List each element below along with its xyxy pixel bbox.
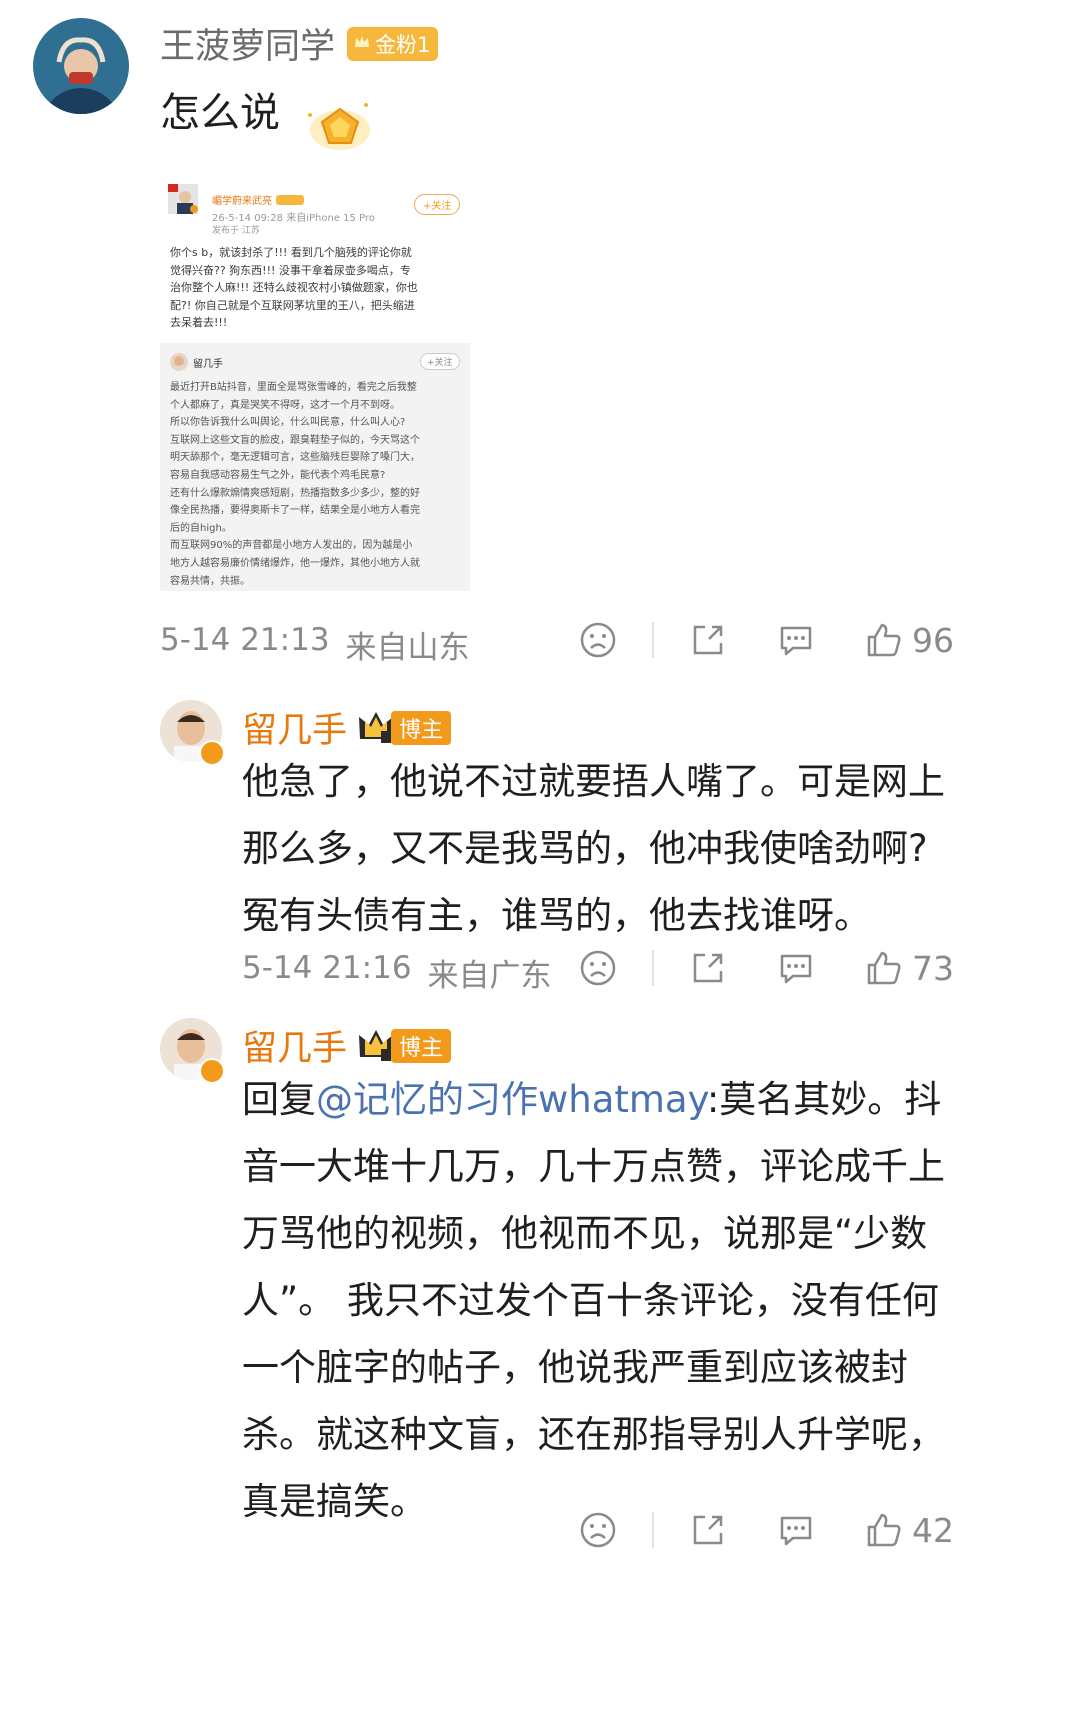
reply-text-line: 一个脏字的帖子，他说我严重到应该被封 — [242, 1346, 908, 1389]
reply-actions: 42 — [578, 1510, 954, 1550]
reply-location: 来自广东 — [427, 958, 552, 994]
embedded-text-line: 后的自high。 — [170, 522, 232, 534]
reply-prefix: 回复 — [242, 1078, 316, 1121]
author-badge: 博主 — [391, 710, 452, 745]
like-count: 96 — [912, 620, 954, 660]
username[interactable]: 留几手 — [242, 1020, 347, 1071]
reply-text-rest: :莫名其妙。抖 — [706, 1078, 942, 1121]
attached-image[interactable]: 嵋学蔚来武亮 26-5-14 09:28 来自iPhone 15 Pro 发布于… — [160, 178, 470, 591]
reply-text-line: 他急了，他说不过就要捂人嘴了。可是网上 — [242, 760, 945, 803]
embedded-avatar — [168, 184, 198, 214]
reply-text-line: 杀。就这种文盲，还在那指导别人升学呢， — [242, 1413, 945, 1456]
share-icon[interactable] — [688, 1510, 728, 1550]
verified-icon — [199, 740, 225, 766]
reply-time: 5-14 21:16 — [242, 950, 412, 986]
embedded-text-line: 你个s b，就该封杀了!!! 看到几个脑残的评论你就 — [170, 246, 412, 259]
reply-text-line: 冤有头债有主，谁骂的，他去找谁呀。 — [242, 894, 871, 937]
embedded-text-line: 容易自我感动容易生气之外，能代表个鸡毛民意? — [170, 469, 386, 481]
embedded-text-line: 互联网上这些文盲的脸皮，跟臭鞋垫子似的，今天骂这个 — [170, 434, 420, 446]
username[interactable]: 留几手 — [242, 702, 347, 753]
embedded-text-line: 而互联网90%的声音都是小地方人发出的，因为越是小 — [170, 540, 413, 552]
reply-text-line: 人”。 我只不过发个百十条评论，没有任何 — [242, 1279, 939, 1322]
like-count: 73 — [912, 948, 954, 988]
crown-icon — [357, 709, 395, 747]
share-icon[interactable] — [688, 620, 728, 660]
reply-text-line: 音一大堆十几万，几十万点赞，评论成千上 — [242, 1145, 945, 1188]
embedded-text-line: 治你整个人麻!!! 还特么歧视农村小镇做题家，你也 — [170, 281, 418, 295]
post-location: 来自山东 — [345, 630, 470, 666]
embedded-text-line: 觉得兴奋?? 狗东西!!! 没事干拿着尿壶多喝点，专 — [170, 263, 411, 277]
embedded-follow-button: +关注 — [414, 194, 461, 215]
fan-badge-label: 金粉1 — [375, 32, 431, 57]
embedded-text-line: 地方人越容易廉价情绪爆炸，他一爆炸，其他小地方人就 — [170, 557, 420, 569]
thumbs-up-icon[interactable] — [864, 620, 904, 660]
crown-icon — [353, 32, 371, 56]
embedded-username: 留几手 — [193, 359, 223, 370]
username[interactable]: 王菠萝同学 — [160, 18, 335, 69]
embedded-region: 发布于 江苏 — [212, 226, 260, 236]
embedded-text-line: 配?! 你自己就是个互联网茅坑里的王八，把头缩进 — [170, 298, 415, 312]
divider — [652, 1512, 654, 1548]
divider — [652, 622, 654, 658]
embedded-meta: 26-5-14 09:28 来自iPhone 15 Pro — [212, 213, 375, 224]
fan-badge[interactable]: 金粉1 — [347, 26, 439, 61]
vip-badge-icon — [276, 194, 304, 205]
embedded-text-line: 最近打开B站抖音，里面全是骂张雪峰的，看完之后我整 — [170, 382, 417, 393]
sad-face-icon[interactable] — [578, 620, 618, 660]
post-time: 5-14 21:13 — [160, 622, 330, 658]
comment-icon[interactable] — [776, 1510, 816, 1550]
mention-link[interactable]: @记忆的习作whatmay — [316, 1078, 707, 1121]
avatar[interactable] — [33, 18, 129, 114]
share-icon[interactable] — [688, 948, 728, 988]
divider — [652, 950, 654, 986]
embedded-text-line: 容易共情，共振。 — [170, 575, 250, 587]
crown-icon — [357, 1027, 395, 1065]
comment-icon[interactable] — [776, 948, 816, 988]
medal-sticker-icon — [300, 95, 375, 155]
embedded-text-line: 个人都麻了，真是哭笑不得呀，这才一个月不到呀。 — [170, 399, 400, 411]
embedded-username: 嵋学蔚来武亮 — [212, 196, 272, 207]
comment-icon[interactable] — [776, 620, 816, 660]
author-badge: 博主 — [391, 1028, 452, 1063]
thumbs-up-icon[interactable] — [864, 1510, 904, 1550]
reply-text-line: 回复@记忆的习作whatmay:莫名其妙。抖 — [242, 1066, 1042, 1133]
reply-text-line: 那么多，又不是我骂的，他冲我使啥劲啊? — [242, 827, 928, 870]
like-count: 42 — [912, 1510, 954, 1550]
embedded-text-line: 像全民热播，要得奥斯卡了一样，结果全是小地方人看完 — [170, 505, 420, 517]
embedded-avatar — [170, 353, 188, 371]
thumbs-up-icon[interactable] — [864, 948, 904, 988]
embedded-text-line: 所以你告诉我什么叫舆论，什么叫民意，什么叫人心? — [170, 417, 406, 429]
embedded-text-line: 明天舔那个，毫无逻辑可言，这些脑残巨婴除了嗓门大， — [170, 452, 420, 464]
embedded-text-line: 去呆着去!!! — [170, 316, 228, 330]
verified-icon — [199, 1058, 225, 1084]
sad-face-icon[interactable] — [578, 1510, 618, 1550]
embedded-follow-button: +关注 — [420, 353, 460, 370]
embedded-text-line: 还有什么爆款煽情爽感短剧，热播指数多少多少，整的好 — [170, 487, 420, 499]
sad-face-icon[interactable] — [578, 948, 618, 988]
post-actions: 96 — [578, 620, 954, 660]
reply-actions: 73 — [578, 948, 954, 988]
comment-text: 怎么说 — [160, 90, 280, 136]
reply-text-line: 万骂他的视频，他视而不见，说那是“少数 — [242, 1212, 928, 1255]
